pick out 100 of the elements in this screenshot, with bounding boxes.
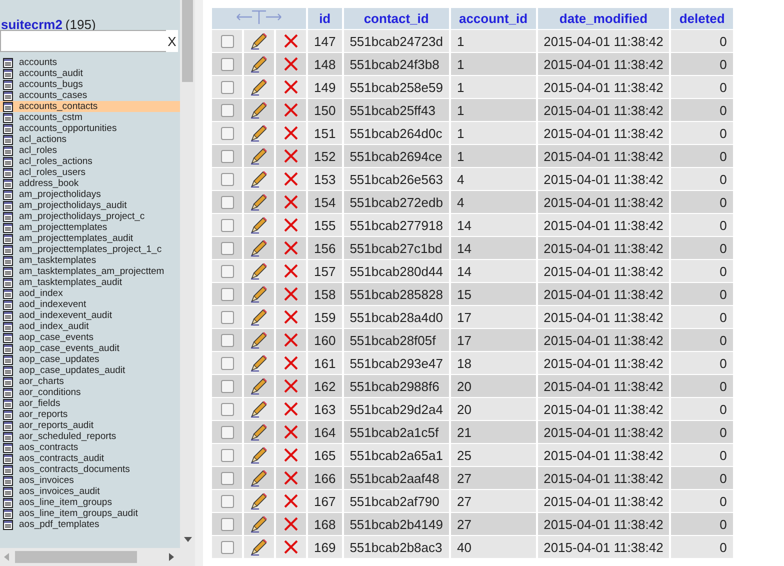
row-checkbox[interactable]: [220, 426, 234, 438]
table-list-item[interactable]: accounts: [0, 57, 180, 68]
delete-icon[interactable]: [284, 34, 298, 48]
column-header[interactable]: deleted: [671, 8, 733, 29]
row-checkbox[interactable]: [220, 196, 234, 208]
table-list-item[interactable]: am_tasktemplates_am_projecttem: [0, 266, 180, 277]
pencil-icon[interactable]: [250, 32, 268, 50]
row-checkbox[interactable]: [220, 356, 234, 370]
vertical-scrollbar[interactable]: [180, 0, 195, 548]
scroll-left-icon[interactable]: [4, 553, 9, 561]
table-list-item[interactable]: acl_actions: [0, 134, 180, 145]
row-checkbox[interactable]: [220, 264, 234, 278]
row-checkbox[interactable]: [220, 218, 234, 232]
table-list-item[interactable]: acl_roles_users: [0, 167, 180, 178]
table-list-item[interactable]: aop_case_events: [0, 332, 180, 343]
table-list-item[interactable]: aos_contracts_audit: [0, 453, 180, 464]
table-list-item[interactable]: acl_roles_actions: [0, 156, 180, 167]
delete-icon[interactable]: [284, 333, 298, 347]
table-list-item[interactable]: aor_reports_audit: [0, 420, 180, 431]
row-checkbox[interactable]: [220, 34, 234, 48]
table-list-item[interactable]: am_projecttemplates: [0, 222, 180, 233]
pencil-icon[interactable]: [250, 308, 268, 326]
delete-icon[interactable]: [284, 287, 298, 301]
delete-icon[interactable]: [284, 80, 298, 94]
table-list-item[interactable]: am_tasktemplates_audit: [0, 277, 180, 288]
row-checkbox[interactable]: [220, 242, 234, 254]
delete-icon[interactable]: [284, 402, 298, 416]
delete-icon[interactable]: [284, 218, 298, 232]
pencil-icon[interactable]: [250, 239, 268, 257]
row-checkbox[interactable]: [220, 494, 234, 508]
table-list-item[interactable]: aor_conditions: [0, 387, 180, 398]
pencil-icon[interactable]: [250, 331, 268, 349]
row-checkbox[interactable]: [220, 104, 234, 116]
table-list-item[interactable]: aop_case_updates: [0, 354, 180, 365]
database-link[interactable]: suitecrm2: [1, 17, 62, 32]
pencil-icon[interactable]: [250, 538, 268, 556]
table-list-item[interactable]: accounts_bugs: [0, 79, 180, 90]
delete-icon[interactable]: [284, 425, 298, 439]
column-header[interactable]: contact_id: [344, 8, 449, 29]
pencil-icon[interactable]: [250, 423, 268, 441]
pencil-icon[interactable]: [250, 400, 268, 418]
table-list-item[interactable]: aos_line_item_groups: [0, 497, 180, 508]
pencil-icon[interactable]: [250, 193, 268, 211]
delete-icon[interactable]: [284, 540, 298, 554]
delete-icon[interactable]: [284, 379, 298, 393]
row-checkbox[interactable]: [220, 126, 234, 140]
table-list-item[interactable]: acl_roles: [0, 145, 180, 156]
row-checkbox[interactable]: [220, 472, 234, 484]
table-list-item[interactable]: am_projectholidays_project_c: [0, 211, 180, 222]
table-list-item[interactable]: am_tasktemplates: [0, 255, 180, 266]
table-list-item[interactable]: aor_reports: [0, 409, 180, 420]
row-checkbox[interactable]: [220, 402, 234, 416]
table-list-item[interactable]: aos_pdf_templates: [0, 519, 180, 530]
pencil-icon[interactable]: [250, 216, 268, 234]
pencil-icon[interactable]: [250, 170, 268, 188]
table-list-item[interactable]: aod_indexevent: [0, 299, 180, 310]
delete-icon[interactable]: [284, 103, 298, 117]
table-list-item[interactable]: am_projectholidays_audit: [0, 200, 180, 211]
row-checkbox[interactable]: [220, 518, 234, 530]
column-header[interactable]: account_id: [450, 8, 536, 29]
scroll-thumb[interactable]: [15, 551, 137, 563]
pencil-icon[interactable]: [250, 377, 268, 395]
row-checkbox[interactable]: [220, 334, 234, 346]
row-checkbox[interactable]: [220, 80, 234, 94]
delete-icon[interactable]: [284, 172, 298, 186]
pencil-icon[interactable]: [250, 55, 268, 73]
delete-icon[interactable]: [284, 448, 298, 462]
delete-icon[interactable]: [284, 517, 298, 531]
table-list-item[interactable]: accounts_contacts: [0, 101, 180, 112]
delete-icon[interactable]: [284, 149, 298, 163]
row-checkbox[interactable]: [220, 172, 234, 186]
pencil-icon[interactable]: [250, 469, 268, 487]
table-list-item[interactable]: aor_fields: [0, 398, 180, 409]
column-resize-icon[interactable]: [236, 9, 282, 25]
pencil-icon[interactable]: [250, 354, 268, 372]
delete-icon[interactable]: [284, 264, 298, 278]
table-list-item[interactable]: aod_indexevent_audit: [0, 310, 180, 321]
table-list-item[interactable]: aod_index_audit: [0, 321, 180, 332]
pencil-icon[interactable]: [250, 124, 268, 142]
pencil-icon[interactable]: [250, 101, 268, 119]
pencil-icon[interactable]: [250, 446, 268, 464]
table-list-item[interactable]: accounts_opportunities: [0, 123, 180, 134]
scroll-thumb[interactable]: [182, 0, 193, 82]
table-list-item[interactable]: aop_case_updates_audit: [0, 365, 180, 376]
table-list-item[interactable]: aor_scheduled_reports: [0, 431, 180, 442]
table-list-item[interactable]: aod_index: [0, 288, 180, 299]
horizontal-scrollbar[interactable]: [0, 548, 195, 566]
delete-icon[interactable]: [284, 57, 298, 71]
delete-icon[interactable]: [284, 195, 298, 209]
table-list-item[interactable]: am_projecttemplates_audit: [0, 233, 180, 244]
table-list-item[interactable]: am_projectholidays: [0, 189, 180, 200]
delete-icon[interactable]: [284, 356, 298, 370]
table-list-item[interactable]: accounts_cstm: [0, 112, 180, 123]
pencil-icon[interactable]: [250, 262, 268, 280]
pencil-icon[interactable]: [250, 515, 268, 533]
table-list-item[interactable]: address_book: [0, 178, 180, 189]
pencil-icon[interactable]: [250, 492, 268, 510]
column-header[interactable]: id: [308, 8, 342, 29]
delete-icon[interactable]: [284, 310, 298, 324]
column-header[interactable]: date_modified: [538, 8, 670, 29]
